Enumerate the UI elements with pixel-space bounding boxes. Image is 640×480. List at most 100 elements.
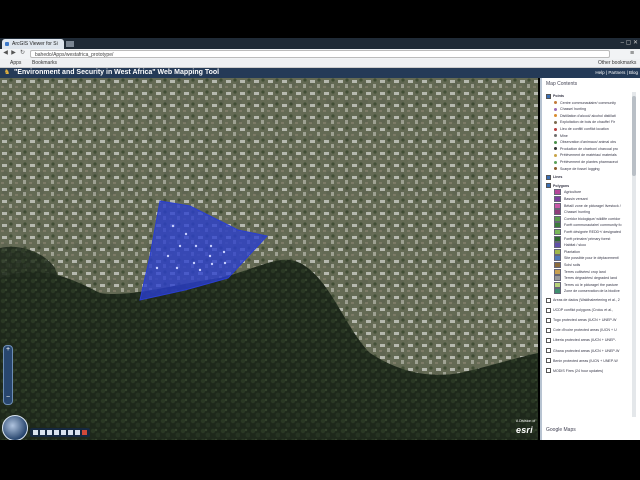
legend-swatch-icon	[554, 262, 561, 268]
legend-label: Corridor biologique/ wildlife corridor	[564, 216, 621, 221]
legend-label: Bassin versant	[564, 197, 588, 201]
esri-caption: A Division of	[516, 419, 536, 423]
legend-swatch-icon	[554, 196, 561, 202]
map-view[interactable]	[0, 78, 538, 440]
basemap-label: Google Maps	[546, 427, 576, 433]
legend-label: Bétail/ zone de pâturage/ livestock /	[564, 203, 621, 208]
layer-row[interactable]: Areas de dados (Waldhaleetening et al., …	[546, 297, 630, 303]
legend-item: Exploitation de bois de chauffe/ Fir	[546, 119, 638, 125]
address-bar[interactable]: bahedo/Apps/westafrica_prototype/	[30, 50, 610, 58]
legend-item: Terres cultivées/ crop land	[546, 268, 638, 275]
header-links[interactable]: Help | Partners | Blog	[595, 68, 638, 78]
layer-checkbox[interactable]	[546, 348, 551, 354]
legend-item: Agriculture	[546, 189, 638, 196]
browser-tab[interactable]: ArcGIS Viewer for Si	[2, 39, 64, 49]
layer-row[interactable]: UCDP conflict polygons (Croicu et al.,	[546, 307, 630, 313]
layer-row[interactable]: Cote d'Ivoire protected areas (IUCN + U	[546, 327, 630, 333]
panel-title: Map Contents	[546, 81, 578, 87]
legend-label: Site possible pour le déplacement/	[564, 256, 619, 261]
legend-swatch-icon	[554, 101, 557, 105]
legend-swatch-icon	[554, 189, 561, 196]
bookmark-folder[interactable]: Bookmarks	[32, 59, 57, 67]
layer-group[interactable]: Polygons	[546, 183, 630, 189]
measure-tool-icon[interactable]	[47, 430, 52, 435]
layer-row[interactable]: Benin protected areas (IUCN + UNEP-W	[546, 358, 630, 364]
layer-checkbox[interactable]	[546, 307, 551, 313]
layer-label: UCDP conflict polygons (Croicu et al.,	[553, 308, 614, 313]
zoom-tool-icon[interactable]	[40, 430, 45, 435]
layer-checkbox[interactable]	[546, 174, 551, 180]
reload-icon[interactable]: ↻	[19, 50, 26, 57]
legend-swatch-icon	[554, 114, 557, 118]
pan-tool-icon[interactable]	[33, 430, 38, 435]
legend-swatch-icon	[554, 153, 557, 157]
legend-item: Site possible pour le déplacement/	[546, 255, 638, 262]
legend-label: Mine	[560, 133, 568, 138]
legend-label: Agriculture	[564, 190, 582, 195]
new-tab-button[interactable]	[66, 41, 74, 47]
layer-checkbox[interactable]	[546, 327, 551, 333]
print-tool-icon[interactable]	[61, 430, 66, 435]
legend-label: Forêt primaire/ primary forest	[564, 236, 611, 241]
legend-swatch-icon	[554, 288, 561, 295]
legend-item: Bassin versant	[546, 196, 638, 202]
legend-label: Chasse/ hunting	[560, 107, 586, 112]
legend-label: Chasse/ hunting	[564, 210, 590, 215]
layer-checkbox[interactable]	[546, 297, 551, 303]
layer-row[interactable]: Liberia protected areas (IUCN + UNEP-	[546, 337, 630, 343]
legend-swatch-icon	[554, 140, 557, 144]
legend-item: Sols/ soils	[546, 262, 638, 268]
legend-item: Mine	[546, 133, 638, 139]
legend-swatch-icon	[554, 215, 561, 222]
legend-label: Zone de conservation de la biodive	[564, 289, 620, 294]
legend-label: Scarpe de fosse/ logging	[560, 166, 600, 171]
layer-checkbox[interactable]	[546, 93, 551, 99]
wrench-icon[interactable]: ≡	[628, 50, 636, 58]
layer-group-label: Points	[553, 94, 564, 98]
legend-swatch-icon	[554, 268, 561, 275]
zoom-out-button[interactable]: −	[3, 393, 13, 402]
legend-item: Corridor biologique/ wildlife corridor	[546, 215, 638, 222]
layer-row[interactable]: Ghana protected areas (IUCN + UNEP-W	[546, 348, 630, 354]
clear-tool-icon[interactable]	[82, 430, 87, 435]
map-toolbar	[30, 428, 90, 437]
layer-row[interactable]: Togo protected areas (IUCN + UNEP-W	[546, 317, 630, 323]
animal-logo-icon: ♞	[3, 69, 11, 76]
layer-checkbox[interactable]	[546, 317, 551, 323]
legend-item: Lieu de conflit/ conflict location	[546, 126, 638, 132]
legend-item: Habitat / skoo	[546, 242, 638, 249]
legend-item: Production de charbon/ charcoal pro	[546, 146, 638, 152]
forward-button[interactable]: ▶	[10, 50, 17, 57]
legend-item: Forêt primaire/ primary forest	[546, 235, 638, 242]
legend-label: Forêt désignée REDD+/ designated	[564, 230, 621, 234]
legend-item: Forêt désignée REDD+/ designated	[546, 229, 638, 235]
layer-group[interactable]: Lines	[546, 174, 630, 180]
layer-checkbox[interactable]	[546, 183, 551, 189]
layers-tool-icon[interactable]	[68, 430, 73, 435]
legend-swatch-icon	[554, 222, 561, 229]
layer-label: Areas de dados (Waldhaleetening et al., …	[553, 298, 620, 302]
legend-item: Prélèvement de matériau/ materials	[546, 152, 638, 158]
zoom-in-button[interactable]: +	[3, 345, 13, 354]
window-controls[interactable]: – ▢ ✕	[598, 39, 638, 47]
legend-item: Zone de conservation de la biodive	[546, 288, 638, 295]
legend-item: Plantation	[546, 248, 638, 255]
identify-tool-icon[interactable]	[75, 430, 80, 435]
back-button[interactable]: ◀	[2, 50, 9, 57]
layer-group[interactable]: Points	[546, 93, 630, 99]
legend-item: Distillation d'alcool/ alcohol distillat…	[546, 113, 638, 119]
legend-item: Bétail/ zone de pâturage/ livestock /	[546, 202, 638, 209]
layer-checkbox[interactable]	[546, 358, 551, 364]
legend-label: Plantation	[564, 249, 580, 254]
layer-checkbox[interactable]	[546, 368, 551, 374]
browser-tab-bar	[0, 38, 640, 49]
draw-tool-icon[interactable]	[54, 430, 59, 435]
navigation-compass-icon[interactable]	[2, 415, 28, 441]
other-bookmarks[interactable]: Other bookmarks	[598, 59, 636, 67]
legend-swatch-icon	[554, 229, 561, 235]
layer-row[interactable]: MODIS Fires (24 hour updates)	[546, 368, 630, 374]
layer-checkbox[interactable]	[546, 337, 551, 343]
bookmark-apps[interactable]: Apps	[10, 59, 21, 67]
legend-label: Prélèvement de matériau/ materials	[560, 153, 617, 158]
legend-label: Observation d'animaux/ animal obs	[560, 140, 617, 145]
